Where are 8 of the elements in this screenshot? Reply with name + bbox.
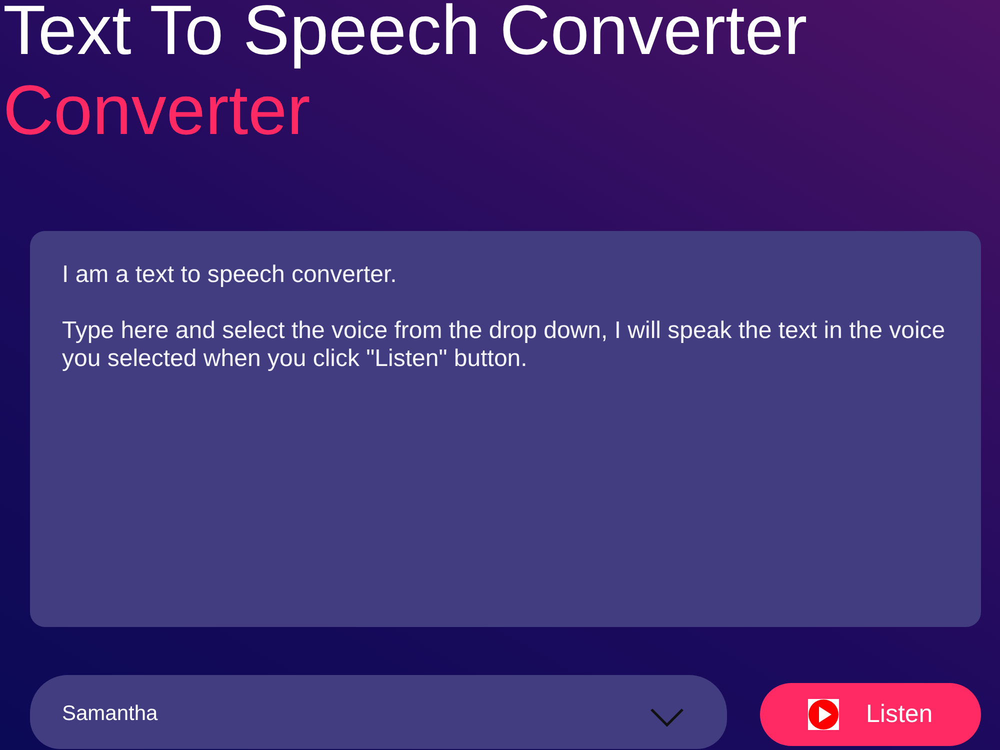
text-input-field[interactable]: I am a text to speech converter. Type here and select the voice from the drop down, I will speak the text in the voice you selected when you click "Listen" button. (30, 231, 981, 627)
voice-dropdown[interactable]: Samantha (30, 675, 727, 749)
chevron-down-icon (650, 708, 684, 726)
app-title: Text To Speech Converter (3, 0, 808, 70)
listen-button[interactable]: Listen (760, 683, 981, 746)
selected-voice: Samantha (62, 702, 158, 726)
title-highlight: Converter (3, 70, 310, 150)
play-icon (808, 699, 839, 730)
